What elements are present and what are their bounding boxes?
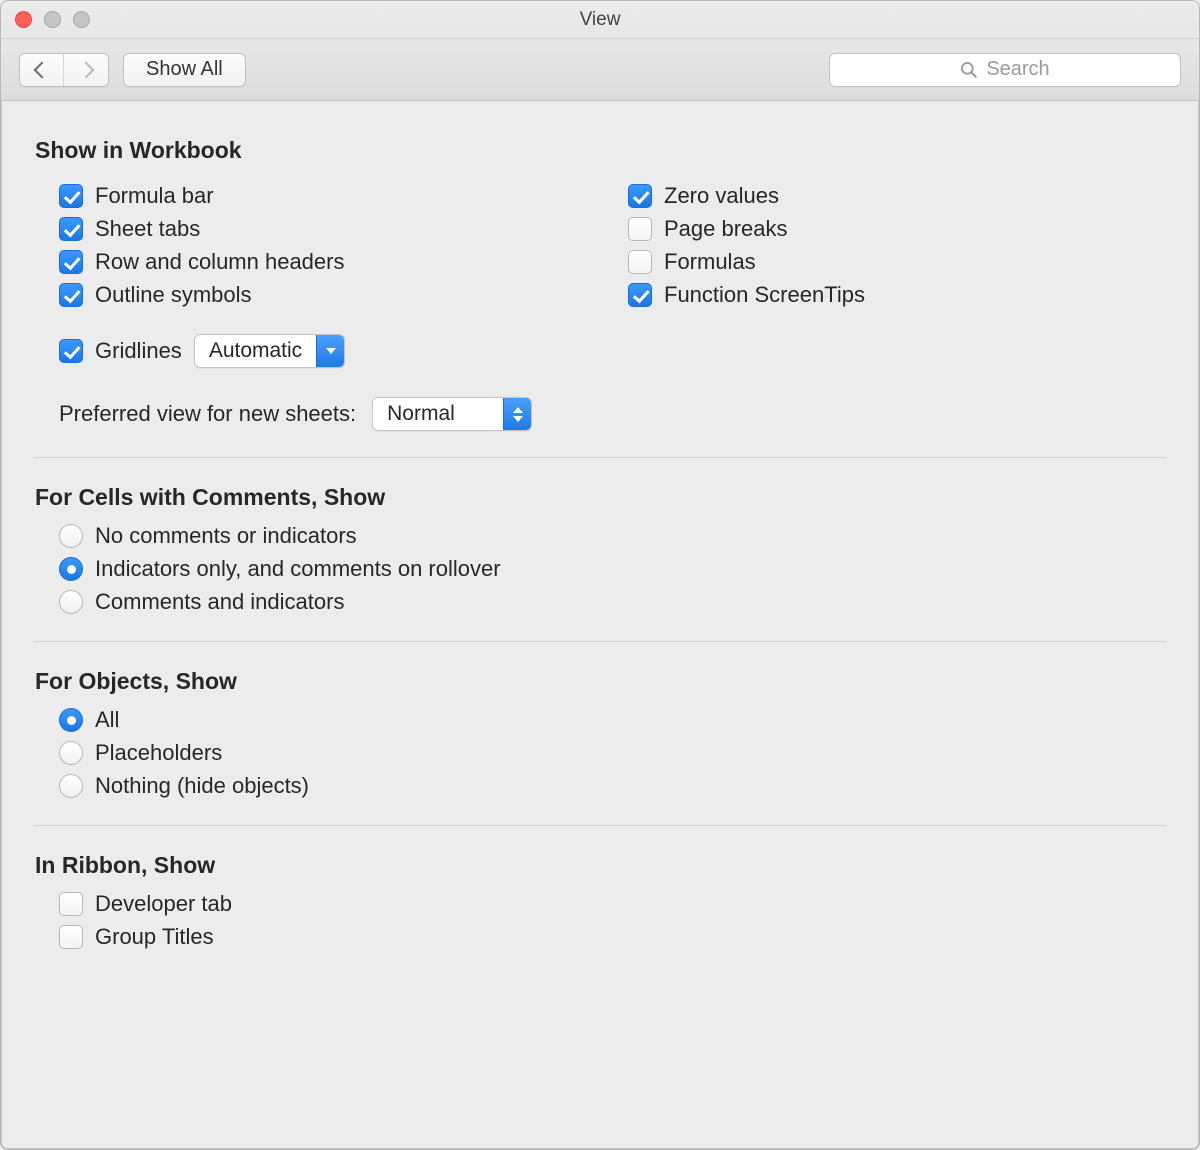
checkbox-gridlines[interactable] <box>59 339 83 363</box>
zoom-window-button[interactable] <box>73 11 90 28</box>
gridlines-mode-value: Automatic <box>195 339 316 363</box>
content: Show in Workbook Formula bar Sheet tabs … <box>1 101 1199 985</box>
workbook-columns: Formula bar Sheet tabs Row and column he… <box>33 176 1167 375</box>
label-objects-placeholders: Placeholders <box>95 740 222 766</box>
window-controls <box>15 11 90 28</box>
show-all-button[interactable]: Show All <box>123 53 246 87</box>
radio-no-comments[interactable] <box>59 524 83 548</box>
label-indicators-only: Indicators only, and comments on rollove… <box>95 556 501 582</box>
search-placeholder: Search <box>986 58 1049 81</box>
label-function-screentips: Function ScreenTips <box>664 282 865 308</box>
label-row-col-headers: Row and column headers <box>95 249 344 275</box>
close-window-button[interactable] <box>15 11 32 28</box>
preferences-window: View Show All Search Show in Workbook Fo… <box>0 0 1200 1150</box>
section-title-objects: For Objects, Show <box>35 668 1167 695</box>
label-gridlines: Gridlines <box>95 338 182 364</box>
label-no-comments: No comments or indicators <box>95 523 357 549</box>
search-field[interactable]: Search <box>829 53 1181 87</box>
dropdown-icon <box>316 335 344 367</box>
checkbox-formulas[interactable] <box>628 250 652 274</box>
section-title-workbook: Show in Workbook <box>35 137 1167 164</box>
label-outline-symbols: Outline symbols <box>95 282 252 308</box>
nav-segment <box>19 53 109 87</box>
checkbox-developer-tab[interactable] <box>59 892 83 916</box>
updown-icon <box>503 398 531 430</box>
label-sheet-tabs: Sheet tabs <box>95 216 200 242</box>
toolbar: Show All Search <box>1 39 1199 101</box>
checkbox-zero-values[interactable] <box>628 184 652 208</box>
label-developer-tab: Developer tab <box>95 891 232 917</box>
back-button[interactable] <box>20 54 64 86</box>
radio-objects-all[interactable] <box>59 708 83 732</box>
checkbox-group-titles[interactable] <box>59 925 83 949</box>
forward-button[interactable] <box>64 54 108 86</box>
radio-comments-and-indicators[interactable] <box>59 590 83 614</box>
section-title-comments: For Cells with Comments, Show <box>35 484 1167 511</box>
label-formulas: Formulas <box>664 249 756 275</box>
label-zero-values: Zero values <box>664 183 779 209</box>
minimize-window-button[interactable] <box>44 11 61 28</box>
label-page-breaks: Page breaks <box>664 216 788 242</box>
checkbox-sheet-tabs[interactable] <box>59 217 83 241</box>
checkbox-formula-bar[interactable] <box>59 184 83 208</box>
checkbox-function-screentips[interactable] <box>628 283 652 307</box>
section-title-ribbon: In Ribbon, Show <box>35 852 1167 879</box>
label-objects-nothing: Nothing (hide objects) <box>95 773 309 799</box>
search-icon <box>960 61 978 79</box>
label-comments-and-indicators: Comments and indicators <box>95 589 344 615</box>
checkbox-outline-symbols[interactable] <box>59 283 83 307</box>
label-preferred-view: Preferred view for new sheets: <box>59 401 356 427</box>
label-formula-bar: Formula bar <box>95 183 214 209</box>
preferred-view-value: Normal <box>373 402 503 426</box>
radio-indicators-only[interactable] <box>59 557 83 581</box>
radio-objects-nothing[interactable] <box>59 774 83 798</box>
checkbox-page-breaks[interactable] <box>628 217 652 241</box>
label-objects-all: All <box>95 707 119 733</box>
radio-objects-placeholders[interactable] <box>59 741 83 765</box>
preferred-view-popup[interactable]: Normal <box>372 397 532 431</box>
titlebar: View <box>1 1 1199 39</box>
chevron-right-icon <box>78 61 95 78</box>
window-title: View <box>1 9 1199 31</box>
gridlines-color-popup[interactable]: Automatic <box>194 334 345 368</box>
checkbox-row-col-headers[interactable] <box>59 250 83 274</box>
label-group-titles: Group Titles <box>95 924 214 950</box>
chevron-left-icon <box>33 61 50 78</box>
